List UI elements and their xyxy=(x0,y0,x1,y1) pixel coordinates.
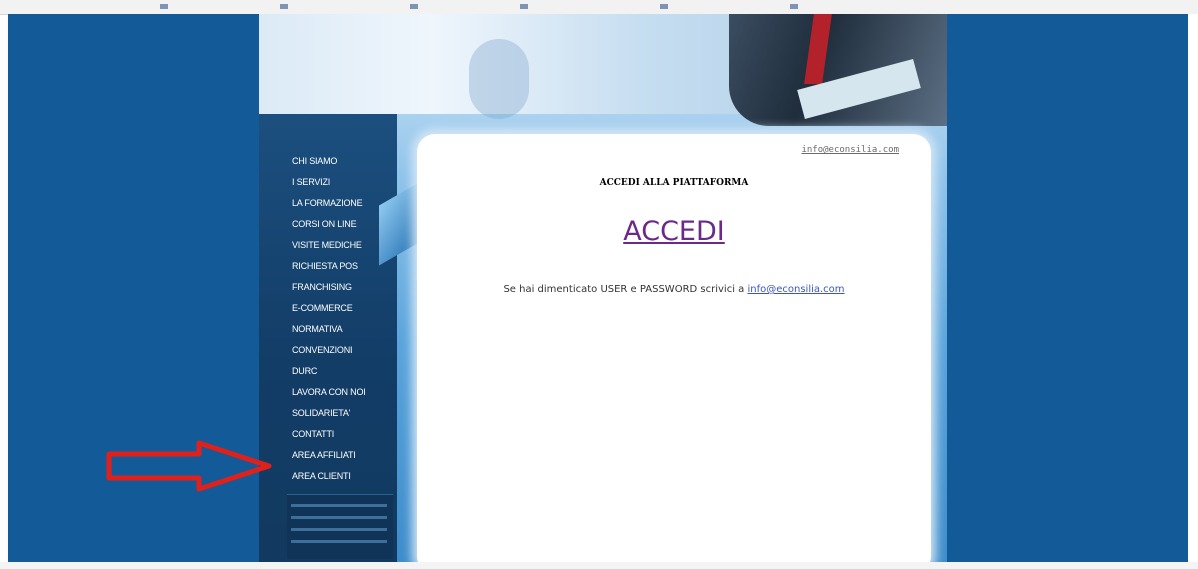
sidebar-item-area-clienti[interactable]: AREA CLIENTI xyxy=(292,466,366,487)
sidebar-item-franchising[interactable]: FRANCHISING xyxy=(292,277,366,298)
sidebar-item-e-commerce[interactable]: E-COMMERCE xyxy=(292,298,366,319)
sidebar-item-solidarieta[interactable]: SOLIDARIETA' xyxy=(292,403,366,424)
page-right-edge xyxy=(1188,14,1198,563)
sidebar-item-contatti[interactable]: CONTATTI xyxy=(292,424,366,445)
browser-status-bar xyxy=(0,562,1198,569)
browser-toolbar-strip xyxy=(0,0,1198,15)
sidebar-item-area-affiliati[interactable]: AREA AFFILIATI xyxy=(292,445,366,466)
site-container: CHI SIAMO I SERVIZI LA FORMAZIONE CORSI ON … xyxy=(259,14,947,563)
sidebar-footer-box xyxy=(287,494,393,559)
sidebar-item-i-servizi[interactable]: I SERVIZI xyxy=(292,172,366,193)
sidebar-item-convenzioni[interactable]: CONVENZIONI xyxy=(292,340,366,361)
accedi-link[interactable]: ACCEDI xyxy=(417,216,931,247)
toolbar-icon xyxy=(280,4,288,9)
red-arrow-icon xyxy=(106,440,272,492)
sidebar-footer-text-line xyxy=(291,516,387,519)
sidebar-item-normativa[interactable]: NORMATIVA xyxy=(292,319,366,340)
sidebar-item-richiesta-pos[interactable]: RICHIESTA POS xyxy=(292,256,366,277)
toolbar-icon xyxy=(790,4,798,9)
sidebar-footer-text-line xyxy=(291,540,387,543)
nav-menu: CHI SIAMO I SERVIZI LA FORMAZIONE CORSI ON … xyxy=(292,151,366,487)
sidebar-item-la-formazione[interactable]: LA FORMAZIONE xyxy=(292,193,366,214)
content-panel: info@econsilia.com ACCEDI ALLA PIATTAFOR… xyxy=(417,134,931,563)
toolbar-icon xyxy=(660,4,668,9)
forgot-credentials-label: Se hai dimenticato USER e PASSWORD scriv… xyxy=(503,284,745,295)
sidebar-item-chi-siamo[interactable]: CHI SIAMO xyxy=(292,151,366,172)
header-banner xyxy=(259,14,947,126)
sidebar-item-corsi-on-line[interactable]: CORSI ON LINE xyxy=(292,214,366,235)
forgot-credentials-text: Se hai dimenticato USER e PASSWORD scriv… xyxy=(417,284,931,295)
banner-blur-figure xyxy=(469,39,529,119)
sidebar-footer-text-line xyxy=(291,528,387,531)
page-title: ACCEDI ALLA PIATTAFORMA xyxy=(599,178,749,188)
header-email-link[interactable]: info@econsilia.com xyxy=(801,145,899,155)
sidebar-item-durc[interactable]: DURC xyxy=(292,361,366,382)
toolbar-icon xyxy=(160,4,168,9)
sidebar-nav: CHI SIAMO I SERVIZI LA FORMAZIONE CORSI ON … xyxy=(259,114,397,563)
toolbar-icon xyxy=(520,4,528,9)
support-email-link[interactable]: info@econsilia.com xyxy=(747,284,844,295)
sidebar-item-visite-mediche[interactable]: VISITE MEDICHE xyxy=(292,235,366,256)
sidebar-footer-text-line xyxy=(291,504,387,507)
sidebar-item-lavora-con-noi[interactable]: LAVORA CON NOI xyxy=(292,382,366,403)
toolbar-icon xyxy=(410,4,418,9)
